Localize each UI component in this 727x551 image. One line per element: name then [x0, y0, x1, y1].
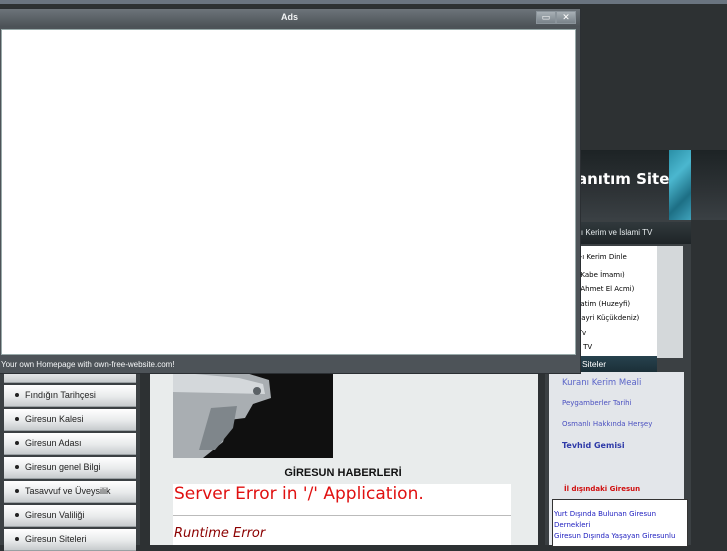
- link-peygamberler-tarihi[interactable]: Peygamberler Tarihi: [562, 399, 632, 407]
- menu-item-giresun-siteleri[interactable]: Giresun Siteleri: [4, 529, 136, 551]
- error-title: Server Error in '/' Application.: [174, 484, 424, 504]
- abroad-link[interactable]: Yurt Dışında Bulunan Giresun: [554, 510, 656, 518]
- maximize-icon[interactable]: ▭: [536, 11, 556, 24]
- popup-title: Ads: [280, 12, 298, 22]
- abroad-link[interactable]: Dernekleri: [554, 521, 590, 529]
- window-buttons: ▭ ✕: [536, 11, 576, 24]
- ads-popup-window: Ads ▭ ✕ Your own Homepage with own-free-…: [0, 8, 581, 374]
- bullet-icon: [15, 537, 19, 542]
- bullet-icon: [15, 417, 19, 422]
- popup-content[interactable]: [1, 29, 576, 355]
- menu-item-giresun-genel-bilgi[interactable]: Giresun genel Bilgi: [4, 457, 136, 479]
- popup-status-bar[interactable]: Your own Homepage with own-free-website.…: [0, 357, 580, 373]
- tv-list-scrollbar[interactable]: [657, 246, 683, 358]
- abroad-box: Yurt Dışında Bulunan Giresun Dernekleri …: [552, 499, 688, 547]
- header-decoration: [669, 150, 691, 220]
- link-kurani-kerim-meali[interactable]: Kuranı Kerim Meali: [562, 378, 641, 388]
- error-subtitle: Runtime Error: [174, 526, 266, 541]
- menu-item-giresun-kalesi[interactable]: Giresun Kalesi: [4, 409, 136, 431]
- menu-item-findigin-tarihcesi[interactable]: Fındığın Tarihçesi: [4, 385, 136, 407]
- bullet-icon: [15, 489, 19, 494]
- bullet-icon: [15, 393, 19, 398]
- popup-titlebar[interactable]: Ads ▭ ✕: [0, 9, 580, 27]
- tv-list-item[interactable]: ( Hayri Küçükdeniz): [571, 314, 639, 322]
- error-box: Server Error in '/' Application. Runtime…: [173, 484, 511, 545]
- page-margin: [691, 220, 727, 545]
- menu-item-giresun-valiligi[interactable]: Giresun Valiliği: [4, 505, 136, 527]
- menu-item-giresun-adasi[interactable]: Giresun Adası: [4, 433, 136, 455]
- menu-item-tasavvuf[interactable]: Tasavvuf ve Üveysilik: [4, 481, 136, 503]
- bullet-icon: [15, 441, 19, 446]
- link-tevhid-gemisi[interactable]: Tevhid Gemisi: [562, 441, 625, 450]
- news-heading: GİRESUN HABERLERİ: [284, 467, 402, 479]
- link-osmanli[interactable]: Osmanlı Hakkında Herşey: [562, 420, 652, 428]
- close-icon[interactable]: ✕: [556, 11, 576, 24]
- abroad-link[interactable]: Giresun Dışında Yaşayan Giresunlu: [554, 532, 675, 540]
- bullet-icon: [15, 465, 19, 470]
- abroad-title: İl dışındaki Giresun: [564, 485, 641, 493]
- browser-top-strip: [0, 0, 727, 4]
- links-panel: Kuranı Kerim Meali Peygamberler Tarihi O…: [549, 372, 688, 547]
- bullet-icon: [15, 513, 19, 518]
- site-title: anıtım Sitesi: [577, 170, 684, 188]
- error-separator: [173, 515, 511, 516]
